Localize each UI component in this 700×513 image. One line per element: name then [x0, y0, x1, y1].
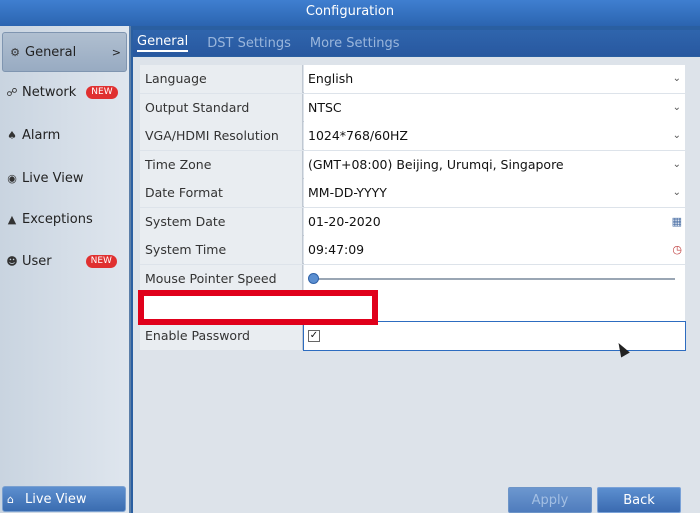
chevron-down-icon: ⌄: [672, 130, 681, 141]
setting-label: Output Standard: [140, 94, 303, 122]
chevron-down-icon: ⌄: [672, 159, 681, 170]
dropdown-value: MM-DD-YYYY: [308, 185, 387, 200]
tab-dst-settings[interactable]: DST Settings: [207, 36, 291, 51]
slider-track[interactable]: [312, 278, 675, 280]
back-button[interactable]: Back: [597, 487, 681, 513]
setting-row-language: Language English ⌄: [140, 65, 685, 93]
chevron-down-icon: ⌄: [672, 187, 681, 198]
date-format-dropdown[interactable]: MM-DD-YYYY ⌄: [304, 179, 685, 207]
bell-icon: ♠: [7, 128, 17, 142]
gear-icon: ⚙: [10, 45, 20, 59]
network-icon: ☍: [6, 85, 18, 99]
sidebar-item-general[interactable]: ⚙ General >: [2, 32, 127, 72]
setting-row-system-time: System Time 09:47:09 ◷: [140, 236, 685, 264]
dropdown-value: 1024*768/60HZ: [308, 128, 408, 143]
resolution-dropdown[interactable]: 1024*768/60HZ ⌄: [304, 122, 685, 150]
redaction-box: [138, 290, 378, 325]
system-date-field[interactable]: 01-20-2020 ▦: [304, 208, 685, 236]
chevron-right-icon: >: [111, 45, 121, 59]
setting-row-mouse-speed: Mouse Pointer Speed: [140, 265, 685, 293]
setting-row-date-format: Date Format MM-DD-YYYY ⌄: [140, 179, 685, 207]
time-zone-dropdown[interactable]: (GMT+08:00) Beijing, Urumqi, Singapore ⌄: [304, 151, 685, 179]
sidebar-item-label: User: [22, 253, 52, 269]
settings-panel: Language English ⌄ Output Standard NTSC …: [133, 57, 700, 513]
sidebar-item-alarm[interactable]: ♠ Alarm: [0, 115, 129, 155]
clock-icon[interactable]: ◷: [672, 236, 682, 264]
window-title: Configuration: [0, 0, 700, 26]
sidebar-item-label: Exceptions: [22, 211, 93, 227]
dropdown-value: (GMT+08:00) Beijing, Urumqi, Singapore: [308, 157, 564, 172]
setting-row-resolution: VGA/HDMI Resolution 1024*768/60HZ ⌄: [140, 122, 685, 150]
sidebar: ⚙ General > ☍ Network NEW ♠ Alarm ◉ Live…: [0, 26, 131, 513]
sidebar-item-live-view[interactable]: ◉ Live View: [0, 158, 129, 198]
sidebar-item-label: Network: [22, 84, 77, 100]
setting-label: Time Zone: [140, 151, 303, 179]
field-value: 01-20-2020: [308, 214, 381, 229]
sidebar-item-label: General: [25, 44, 77, 60]
slider-thumb[interactable]: [308, 273, 319, 284]
setting-label: Enable Password: [140, 322, 303, 350]
warning-icon: ▲: [7, 212, 17, 226]
apply-button[interactable]: Apply: [508, 487, 592, 513]
setting-row-output-standard: Output Standard NTSC ⌄: [140, 94, 685, 122]
sidebar-item-label: Alarm: [22, 127, 61, 143]
setting-row-system-date: System Date 01-20-2020 ▦: [140, 208, 685, 236]
setting-label: Date Format: [140, 179, 303, 207]
dropdown-value: English: [308, 71, 354, 86]
users-icon: ☻: [6, 254, 18, 268]
new-badge: NEW: [85, 254, 117, 268]
mouse-speed-slider[interactable]: [304, 265, 685, 293]
tab-general[interactable]: General: [137, 34, 189, 52]
enable-password-field[interactable]: ✓: [303, 321, 686, 351]
sidebar-item-label: Live View: [22, 170, 84, 186]
output-standard-dropdown[interactable]: NTSC ⌄: [304, 94, 685, 122]
eye-icon: ◉: [7, 171, 17, 185]
dropdown-value: NTSC: [308, 100, 342, 115]
sidebar-item-exceptions[interactable]: ▲ Exceptions: [0, 199, 129, 239]
system-time-field[interactable]: 09:47:09 ◷: [304, 236, 685, 264]
new-badge: NEW: [86, 85, 118, 99]
sidebar-item-user[interactable]: ☻ User NEW: [0, 241, 129, 281]
chevron-down-icon: ⌄: [672, 73, 681, 84]
field-value: 09:47:09: [308, 242, 365, 257]
chevron-down-icon: ⌄: [672, 102, 681, 113]
calendar-icon[interactable]: ▦: [672, 208, 682, 236]
enable-password-checkbox[interactable]: ✓: [308, 330, 320, 342]
setting-label: Mouse Pointer Speed: [140, 265, 303, 293]
language-dropdown[interactable]: English ⌄: [304, 65, 685, 93]
live-view-label: Live View: [25, 491, 87, 507]
setting-label: System Date: [140, 208, 303, 236]
setting-label: Language: [140, 65, 303, 93]
setting-row-enable-password: Enable Password ✓: [140, 321, 686, 351]
tab-bar: General DST Settings More Settings: [133, 30, 700, 56]
setting-label: System Time: [140, 236, 303, 264]
live-view-button[interactable]: ⌂ Live View: [2, 486, 126, 512]
tab-more-settings[interactable]: More Settings: [310, 36, 400, 51]
sidebar-item-network[interactable]: ☍ Network NEW: [0, 72, 129, 112]
setting-row-time-zone: Time Zone (GMT+08:00) Beijing, Urumqi, S…: [140, 151, 685, 179]
setting-label: VGA/HDMI Resolution: [140, 122, 303, 150]
home-icon: ⌂: [7, 492, 14, 506]
